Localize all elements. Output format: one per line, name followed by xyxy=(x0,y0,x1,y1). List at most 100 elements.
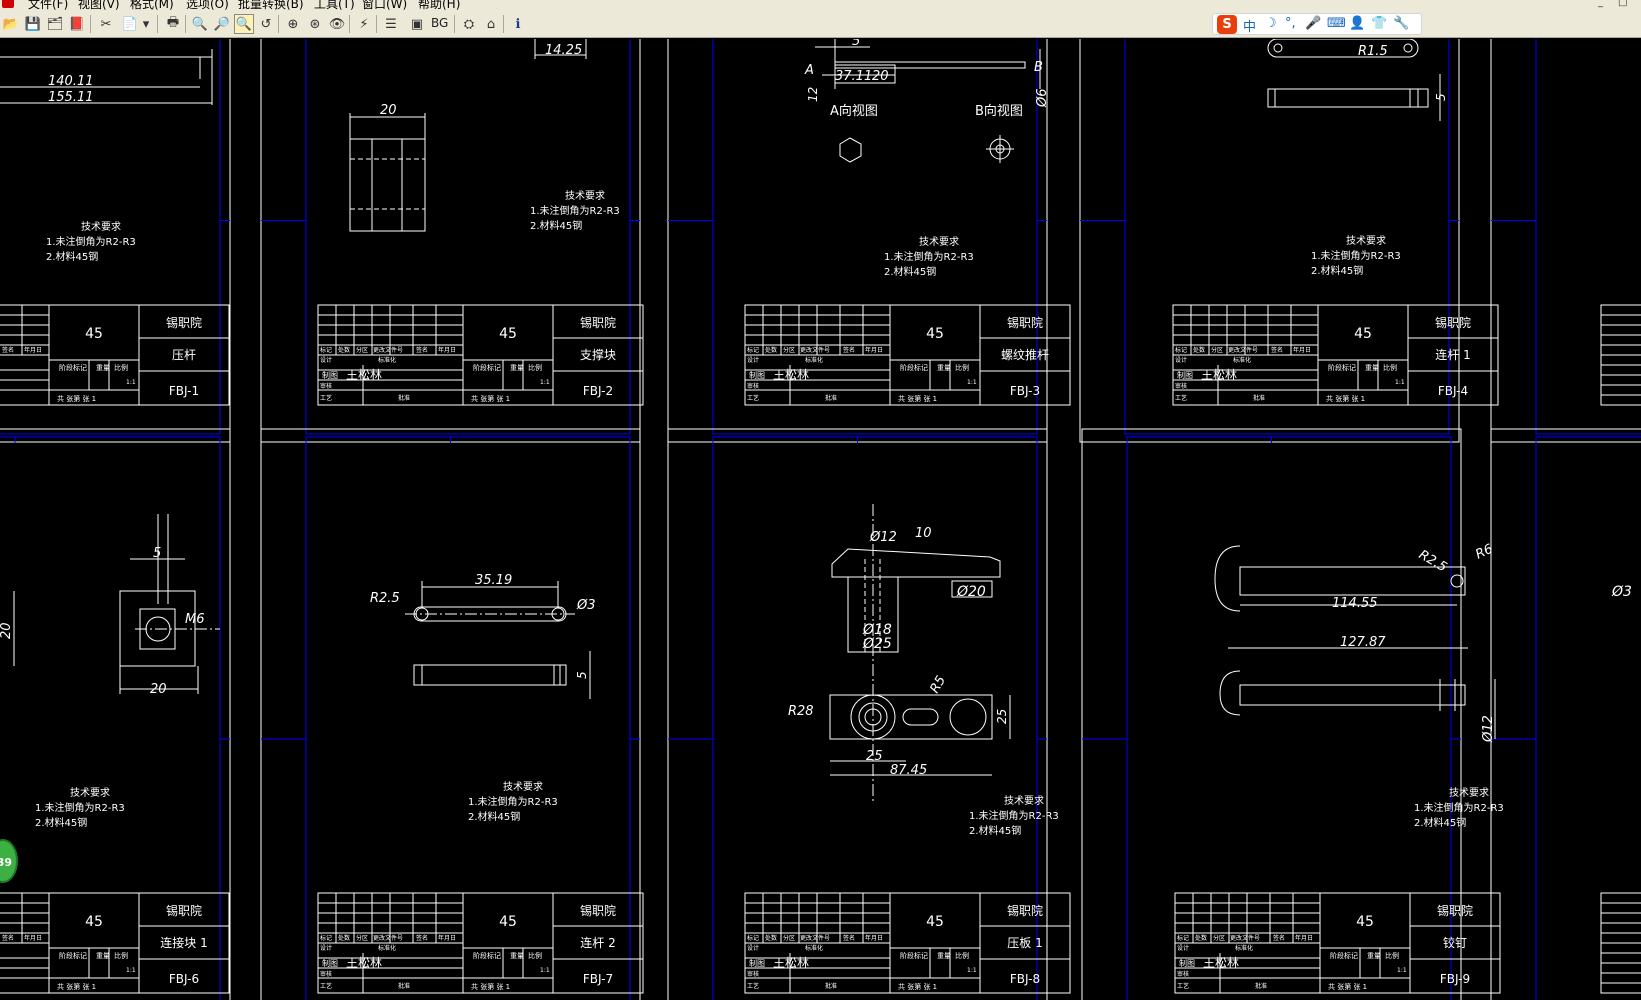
dim-5-b: 5 xyxy=(1434,93,1448,101)
weight-label: 重量 xyxy=(1365,364,1379,372)
info-icon[interactable]: ℹ xyxy=(508,14,528,34)
approve-label: 批准 xyxy=(825,394,837,402)
dim-10: 10 xyxy=(915,526,932,541)
school-label: 锡职院 xyxy=(1007,315,1043,330)
menu-window[interactable]: 窗口(W) xyxy=(362,0,407,10)
menu-format[interactable]: 格式(M) xyxy=(130,0,174,10)
approve-label: 批准 xyxy=(825,982,837,990)
drawing-number-label: FBJ-2 xyxy=(583,384,613,398)
dim-o12-b: Ø12 xyxy=(869,530,897,545)
save-as-icon[interactable]: 🗂 xyxy=(45,14,65,34)
tech-req-2-line2: 2.材料45钢 xyxy=(530,219,582,232)
press-plate-top xyxy=(831,548,1001,578)
zoom-in-icon[interactable]: 🔎 xyxy=(212,14,232,34)
minimize-button[interactable]: _ xyxy=(1598,0,1603,8)
std-label: 标准化 xyxy=(378,944,396,952)
weight-label: 重量 xyxy=(1367,952,1381,960)
zoom-out-icon[interactable]: 🔍 xyxy=(190,14,210,34)
dim-o3: Ø3 xyxy=(576,598,596,613)
zoom-extents-icon[interactable]: ⊕ xyxy=(283,14,303,34)
count-label: 处数 xyxy=(338,346,350,354)
skin-icon[interactable]: 👕 xyxy=(1371,16,1387,31)
dim-m6: M6 xyxy=(185,612,205,627)
dim-35-19: 35.19 xyxy=(475,573,512,588)
design-label: 设计 xyxy=(1177,944,1189,952)
count-label: 处数 xyxy=(765,934,777,942)
mark-label: 标记 xyxy=(747,346,759,354)
convert-icon[interactable]: ✂ xyxy=(96,14,116,34)
measure-icon[interactable]: ⚡ xyxy=(354,14,374,34)
set-label: 共 张第 张 1 xyxy=(898,982,937,991)
dim-r5: R5 xyxy=(927,674,949,696)
material-label: 45 xyxy=(926,914,944,930)
ratio-label: 比例 xyxy=(528,951,542,960)
stage-label: 阶段标记 xyxy=(59,951,87,960)
menu-help[interactable]: 帮助(H) xyxy=(418,0,460,10)
part-name-label: 连杆 2 xyxy=(580,935,615,950)
sign-label: 签名 xyxy=(2,934,14,942)
punctuation-icon[interactable]: °, xyxy=(1285,16,1296,31)
microphone-icon[interactable]: 🎤 xyxy=(1305,16,1321,31)
moon-icon[interactable]: ☽ xyxy=(1265,16,1277,31)
part-name-label: 支撑块 xyxy=(580,347,616,362)
process-label: 工艺 xyxy=(747,982,759,990)
menu-tools[interactable]: 工具(T) xyxy=(314,0,355,10)
menu-view[interactable]: 视图(V) xyxy=(78,0,120,10)
cad-drawing[interactable]: 45锡职院压杆FBJ-1制图王松林阶段标记重量比例1:1共 张第 张 1标记处数… xyxy=(0,39,1641,1000)
tools-icon[interactable]: ⛭ xyxy=(459,14,479,34)
restore-button[interactable]: □ xyxy=(1618,0,1627,8)
set-label: 共 张第 张 1 xyxy=(57,394,96,403)
frame-icon[interactable]: ▣ xyxy=(407,14,427,34)
tech-req-4-line2: 2.材料45钢 xyxy=(1311,264,1363,277)
sheet-frames xyxy=(0,39,1641,1000)
material-label: 45 xyxy=(1356,914,1374,930)
hexagon-a-view xyxy=(839,137,862,163)
school-label: 锡职院 xyxy=(1435,315,1471,330)
keyboard-icon[interactable]: ⌨ xyxy=(1327,16,1346,31)
dropdown-icon[interactable]: ▾ xyxy=(140,14,152,34)
menu-options[interactable]: 选项(O) xyxy=(186,0,229,10)
draw-label: 制图 xyxy=(322,370,338,380)
dim-87-45: 87.45 xyxy=(890,763,927,778)
ime-mode[interactable]: 中 xyxy=(1243,16,1256,35)
menu-batch-convert[interactable]: 批量转换(B) xyxy=(238,0,304,10)
dim-r1-5: R1.5 xyxy=(1358,44,1388,59)
sogou-logo-icon[interactable]: S xyxy=(1217,15,1237,34)
open-icon[interactable]: 📂 xyxy=(1,14,21,34)
layers-icon[interactable]: ☰ xyxy=(381,14,401,34)
user-icon[interactable]: 👤 xyxy=(1349,16,1365,31)
rivet-head-side xyxy=(1219,670,1241,716)
settings-icon[interactable]: 🔧 xyxy=(1393,16,1409,31)
ratio-label: 比例 xyxy=(955,951,969,960)
tech-req-9-line1: 1.未注倒角为R2-R3 xyxy=(1414,801,1504,814)
design-label: 设计 xyxy=(1175,356,1187,364)
date-label: 年月日 xyxy=(24,934,42,942)
zoom-previous-icon[interactable]: ⊛ xyxy=(305,14,325,34)
tech-req-4-title: 技术要求 xyxy=(1346,234,1386,247)
view-icon[interactable]: 👁 xyxy=(327,14,347,34)
school-label: 锡职院 xyxy=(1007,903,1043,918)
set-label: 共 张第 张 1 xyxy=(57,982,96,991)
print-icon[interactable]: 🖶 xyxy=(163,14,183,34)
tech-req-1-line1: 1.未注倒角为R2-R3 xyxy=(46,235,136,248)
std-label: 标准化 xyxy=(805,356,823,364)
process-label: 工艺 xyxy=(1175,394,1187,402)
save-icon[interactable]: 💾 xyxy=(23,14,43,34)
drawing-number-label: FBJ-6 xyxy=(169,972,199,986)
dim-r2-5-b: R2.5 xyxy=(1416,547,1449,575)
zone-label: 分区 xyxy=(783,346,795,354)
partial-title-block xyxy=(1600,304,1641,994)
drawing-canvas[interactable]: 45锡职院压杆FBJ-1制图王松林阶段标记重量比例1:1共 张第 张 1标记处数… xyxy=(0,39,1641,1000)
menu-file[interactable]: 文件(F) xyxy=(28,0,68,10)
pan-icon[interactable]: ↺ xyxy=(256,14,276,34)
doc-label: 更改文件号 xyxy=(373,346,403,354)
school-label: 锡职院 xyxy=(166,315,202,330)
zoom-window-icon[interactable]: 🔍 xyxy=(234,14,254,34)
home-icon[interactable]: ⌂ xyxy=(481,14,501,34)
process-label: 工艺 xyxy=(320,394,332,402)
sign-label: 签名 xyxy=(2,346,14,354)
check-label: 审核 xyxy=(320,382,332,390)
bg-icon[interactable]: BG xyxy=(431,16,448,30)
export-icon[interactable]: 📕 xyxy=(67,14,87,34)
batch-icon[interactable]: 📄 xyxy=(120,14,140,34)
